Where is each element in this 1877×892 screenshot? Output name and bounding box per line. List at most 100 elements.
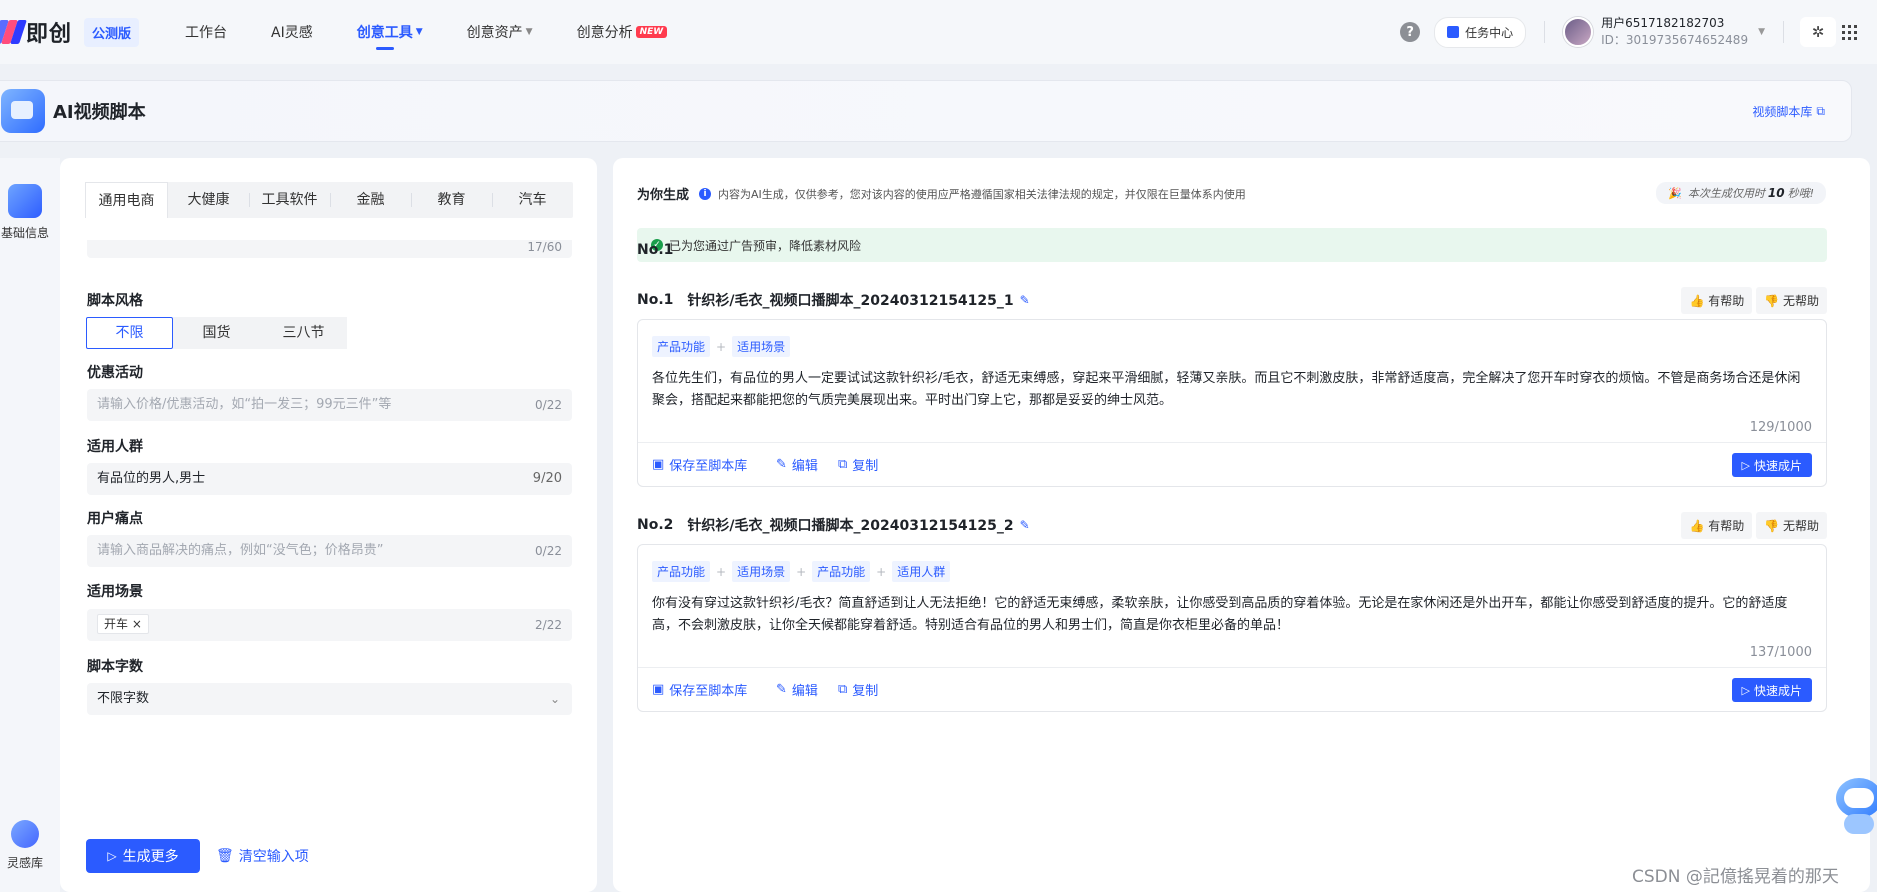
apps-grid-icon[interactable] — [1842, 24, 1857, 40]
tab-health[interactable]: 大健康 — [168, 182, 249, 218]
quick-video-button[interactable]: ▷ 快速成片 — [1731, 453, 1812, 477]
copy-icon: ⧉ — [838, 681, 848, 697]
watermark: CSDN @記億搖晃着的那天 — [1632, 867, 1839, 887]
tab-automobile[interactable]: 汽车 — [492, 182, 573, 218]
caret-down-icon: ▼ — [1758, 27, 1765, 37]
tab-finance[interactable]: 金融 — [330, 182, 411, 218]
product-name-field[interactable]: 17/60 — [87, 240, 572, 258]
nav-item-creative-assets[interactable]: 创意资产 ▼ — [445, 0, 555, 64]
ai-video-script-icon — [1, 89, 45, 133]
copy-label: 复制 — [852, 683, 879, 699]
unhelpful-button[interactable]: 👎 无帮助 — [1756, 512, 1827, 539]
nav-item-creative-analysis[interactable]: 创意分析 NEW — [555, 0, 690, 64]
style-option-womens-day[interactable]: 三八节 — [260, 317, 347, 349]
divider — [1544, 21, 1546, 43]
script-header: No.1 — [637, 242, 673, 258]
user-info: 用户6517182182703 ID：3019735674652489 — [1601, 15, 1748, 49]
script-body[interactable]: 你有没有穿过这款针织衫/毛衣？简直舒适到让人无法拒绝！它的舒适无束缚感，柔软亲肤… — [652, 593, 1812, 637]
script-body[interactable]: 各位先生们，有品位的男人一定要试试这款针织衫/毛衣，舒适无束缚感，穿起来平滑细腻… — [652, 368, 1812, 412]
edit-button[interactable]: ✎ 编辑 — [776, 443, 818, 485]
pain-label: 用户痛点 — [87, 511, 143, 527]
send-icon: ▷ — [1741, 683, 1750, 697]
char-counter: 137/1000 — [1749, 645, 1812, 660]
assistant-robot-icon[interactable] — [1832, 770, 1877, 836]
help-icon[interactable]: ? — [1400, 22, 1421, 42]
unhelpful-label: 无帮助 — [1782, 519, 1819, 533]
helpful-button[interactable]: 👍 有帮助 — [1681, 512, 1753, 539]
pain-input[interactable]: 请输入商品解决的痛点，例如“没气色；价格昂贵” 0/22 — [87, 535, 572, 567]
nav-item-ai-inspiration[interactable]: AI灵感 — [249, 0, 335, 64]
script-library-label: 视频脚本库 — [1752, 104, 1813, 119]
promo-input[interactable]: 请输入价格/优惠活动，如“拍一发三；99元三件”等 0/22 — [87, 389, 572, 421]
wordcount-select[interactable]: 不限字数 ⌄ — [87, 683, 572, 715]
style-option-unlimited[interactable]: 不限 — [86, 317, 173, 349]
clear-inputs-button[interactable]: 🗑 清空输入项 — [216, 839, 309, 873]
audience-label: 适用人群 — [87, 439, 143, 455]
plus-icon: + — [716, 564, 727, 579]
send-icon: ▷ — [107, 849, 117, 863]
script-library-link[interactable]: 视频脚本库 ⧉ — [1752, 103, 1825, 120]
timer-value: 10 — [1767, 186, 1785, 200]
tag: 产品功能 — [652, 336, 711, 357]
wordcount-value: 不限字数 — [97, 691, 150, 706]
pencil-icon[interactable]: ✎ — [1020, 518, 1030, 532]
send-icon: ▷ — [1741, 458, 1750, 472]
scene-input[interactable]: 开车 × 2/22 — [87, 609, 572, 641]
settings-icon[interactable]: ✲ — [1800, 17, 1836, 47]
generate-more-button[interactable]: ▷ 生成更多 — [86, 839, 200, 873]
rail-label: 基础信息 — [0, 226, 49, 240]
user-menu[interactable]: 用户6517182182703 ID：3019735674652489 ▼ — [1563, 15, 1765, 49]
script-number: No.1 — [637, 292, 674, 308]
tab-tool-software[interactable]: 工具软件 — [249, 182, 330, 218]
script-name: 针织衫/毛衣_视频口播脚本_20240312154125_2 — [687, 518, 1014, 534]
unhelpful-button[interactable]: 👎 无帮助 — [1756, 287, 1827, 314]
app-logo[interactable]: 即创 公测版 — [0, 16, 140, 48]
tag: 适用人群 — [892, 561, 951, 582]
script-number: No.1 — [637, 242, 674, 258]
pencil-icon[interactable]: ✎ — [1020, 293, 1030, 307]
left-rail: 基础信息 灵感库 — [0, 158, 60, 892]
style-option-domestic[interactable]: 国货 — [173, 317, 260, 349]
save-to-library-button[interactable]: ▣ 保存至脚本库 — [652, 443, 747, 485]
main-nav: 工作台 AI灵感 创意工具 ▼ 创意资产 ▼ 创意分析 NEW — [163, 0, 689, 64]
save-label: 保存至脚本库 — [669, 683, 748, 699]
helpful-button[interactable]: 👍 有帮助 — [1681, 287, 1753, 314]
quick-video-label: 快速成片 — [1753, 458, 1802, 473]
task-center-button[interactable]: 任务中心 — [1434, 16, 1527, 48]
audience-input[interactable]: 有品位的男人,男士 9/20 — [87, 463, 572, 495]
edit-icon: ✎ — [776, 456, 787, 472]
edit-button[interactable]: ✎ 编辑 — [776, 668, 818, 710]
new-badge: NEW — [635, 26, 668, 38]
tab-education[interactable]: 教育 — [411, 182, 492, 218]
helpful-label: 有帮助 — [1708, 519, 1745, 533]
script-2-title-row: No.2 针织衫/毛衣_视频口播脚本_20240312154125_2 ✎ — [637, 515, 1030, 535]
top-navbar: 即创 公测版 工作台 AI灵感 创意工具 ▼ 创意资产 ▼ 创意分析 NEW ? 任务… — [0, 0, 1877, 64]
rail-item-basic-info[interactable]: 基础信息 — [0, 184, 60, 241]
party-popper-icon: 🎉 — [1668, 186, 1682, 200]
scene-tag[interactable]: 开车 × — [97, 614, 149, 634]
save-to-library-button[interactable]: ▣ 保存至脚本库 — [652, 668, 747, 710]
generate-more-label: 生成更多 — [122, 849, 179, 865]
info-icon: i — [699, 187, 712, 200]
tag: 适用场景 — [732, 336, 791, 357]
form-panel: 通用电商 大健康 工具软件 金融 教育 汽车 17/60 脚本风格 不限 国货 … — [60, 158, 597, 892]
char-counter: 0/22 — [535, 544, 562, 558]
script-name: 针织衫/毛衣_视频口播脚本_20240312154125_1 — [687, 293, 1014, 309]
style-label: 脚本风格 — [87, 293, 143, 309]
promo-placeholder: 请输入价格/优惠活动，如“拍一发三；99元三件”等 — [97, 397, 392, 412]
copy-button[interactable]: ⧉ 复制 — [838, 668, 878, 710]
copy-button[interactable]: ⧉ 复制 — [838, 443, 878, 485]
page-header: AI视频脚本 视频脚本库 ⧉ — [0, 80, 1852, 142]
script-tags: 产品功能 + 适用场景 — [652, 336, 791, 357]
save-label: 保存至脚本库 — [669, 458, 748, 474]
quick-video-button[interactable]: ▷ 快速成片 — [1731, 678, 1812, 702]
promo-label: 优惠活动 — [87, 365, 143, 381]
tab-general-ecommerce[interactable]: 通用电商 — [85, 182, 168, 218]
nav-item-workbench[interactable]: 工作台 — [163, 0, 249, 64]
rail-item-inspiration-library[interactable]: 灵感库 — [0, 820, 60, 871]
nav-item-creative-tools[interactable]: 创意工具 ▼ — [335, 0, 445, 64]
unhelpful-label: 无帮助 — [1782, 294, 1819, 308]
trash-icon: 🗑 — [216, 848, 234, 864]
copy-label: 复制 — [852, 458, 879, 474]
save-icon: ▣ — [652, 456, 665, 472]
